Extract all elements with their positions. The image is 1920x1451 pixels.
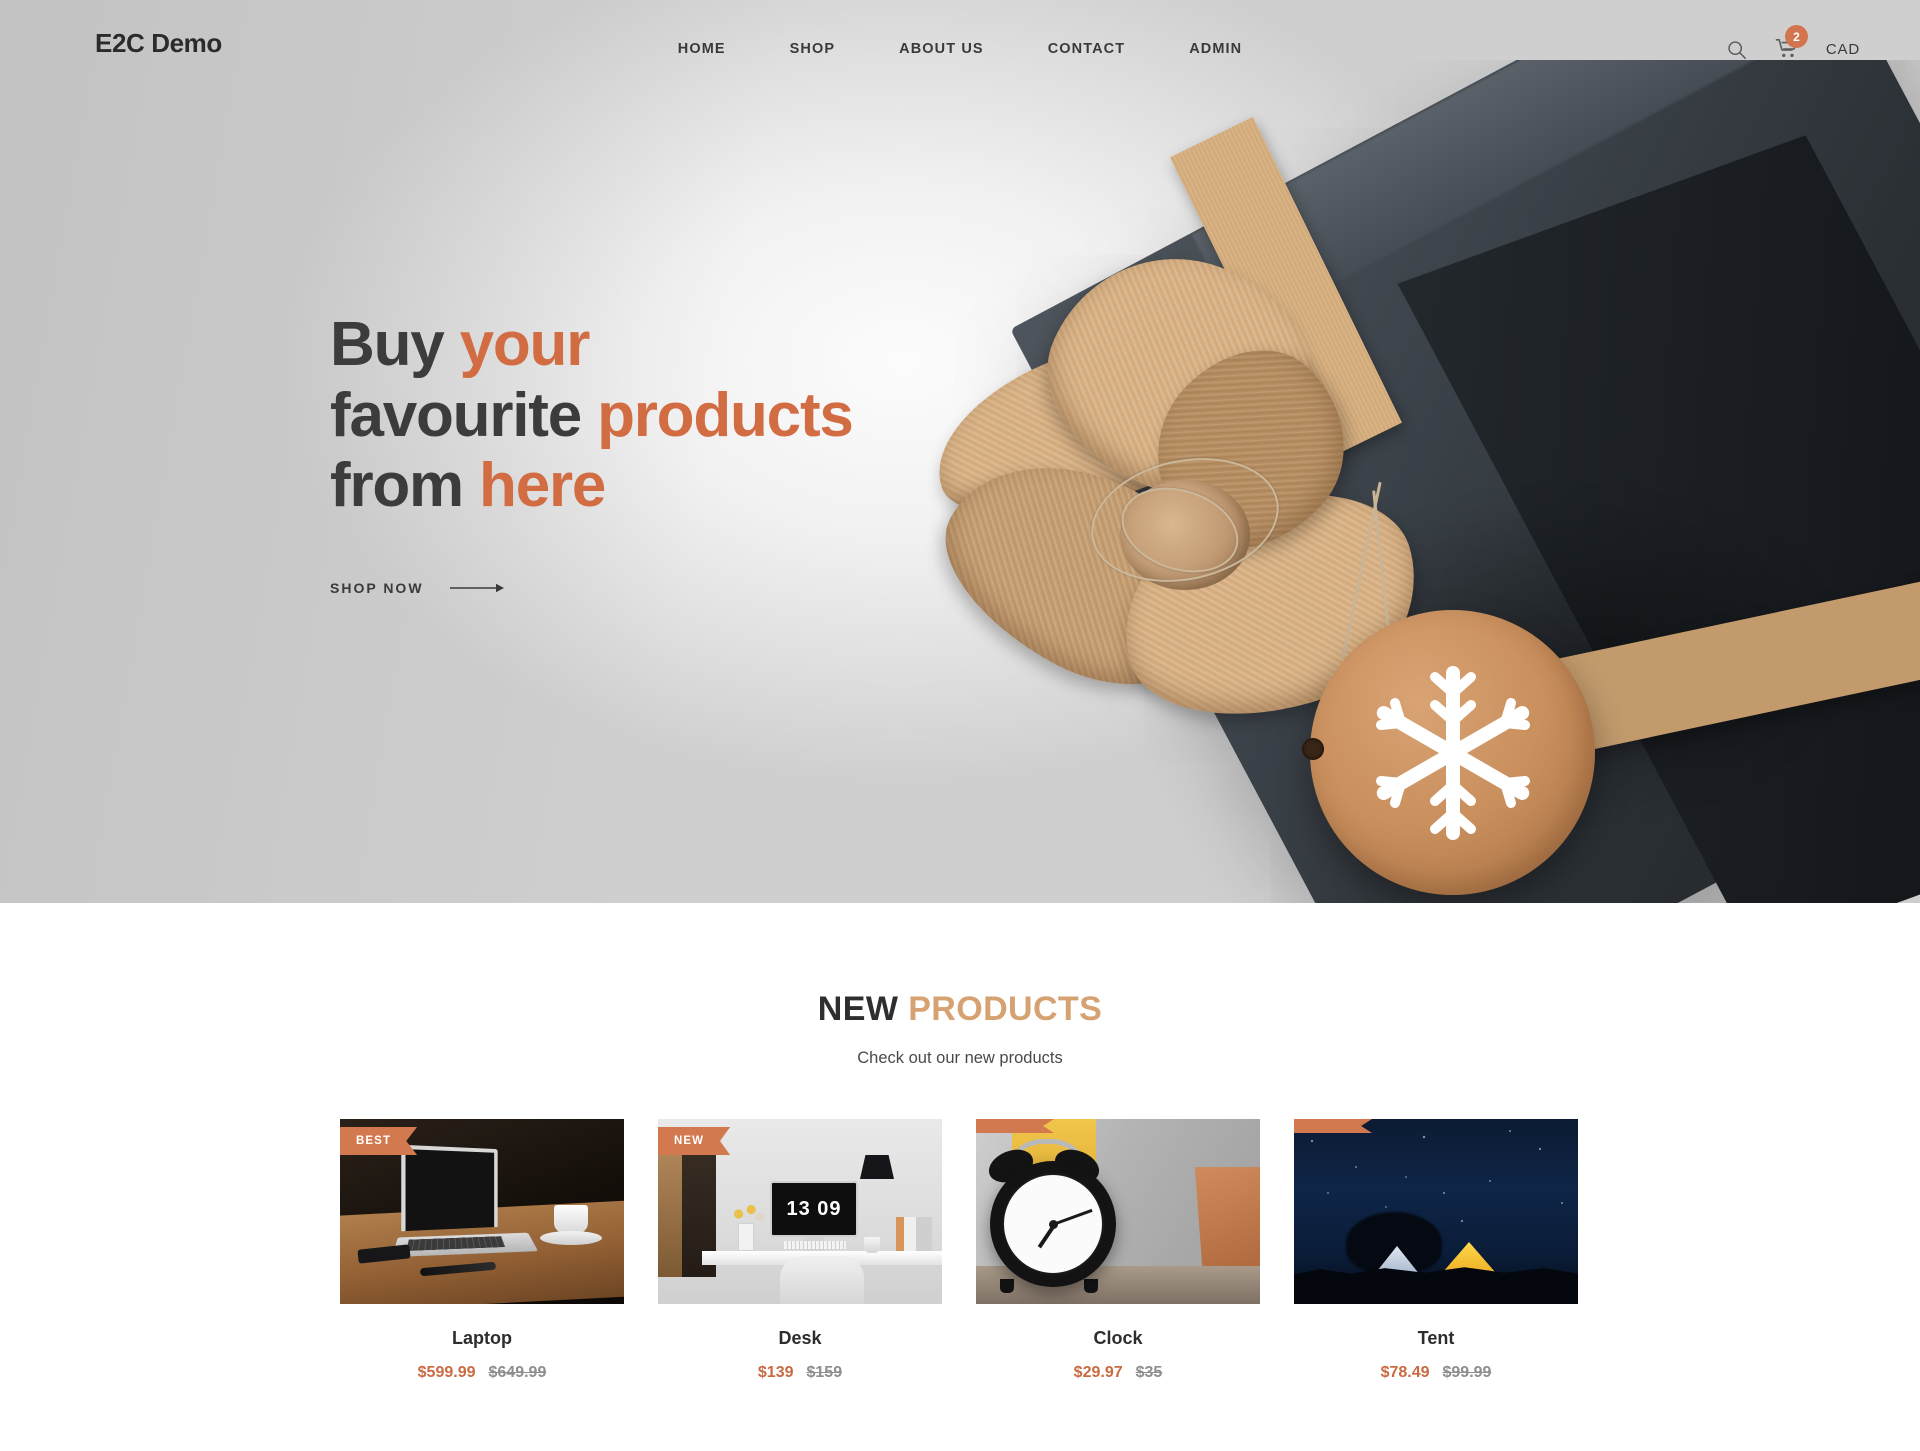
saucer bbox=[540, 1231, 602, 1245]
headline-line-2: favourite products bbox=[330, 381, 1090, 452]
clock-body bbox=[990, 1161, 1116, 1287]
laptop-keyboard bbox=[406, 1236, 506, 1251]
product-badge: BEST bbox=[340, 1127, 418, 1155]
product-original-price: $99.99 bbox=[1442, 1364, 1492, 1381]
product-name[interactable]: Desk bbox=[658, 1328, 942, 1349]
section-title: NEW PRODUCTS bbox=[0, 990, 1920, 1029]
currency-selector[interactable]: CAD bbox=[1826, 41, 1860, 58]
product-name[interactable]: Clock bbox=[976, 1328, 1260, 1349]
headline-accent: here bbox=[479, 451, 606, 521]
search-icon bbox=[1728, 40, 1746, 59]
hero-headline: Buy your favourite products from here bbox=[330, 310, 1090, 522]
product-prices: $599.99 $649.99 bbox=[340, 1364, 624, 1382]
shop-now-button[interactable]: SHOP NOW bbox=[330, 580, 504, 596]
section-title-accent: PRODUCTS bbox=[908, 990, 1103, 1028]
clock-center-pin bbox=[1048, 1219, 1058, 1229]
coffee-cup bbox=[554, 1205, 588, 1233]
headline-line-1: Buy your bbox=[330, 310, 1090, 381]
product-image-desk[interactable]: NEW 13 09 bbox=[658, 1119, 942, 1304]
product-card[interactable]: Tent $78.49 $99.99 bbox=[1294, 1119, 1578, 1382]
clock-foot bbox=[1084, 1279, 1098, 1293]
site-header: E2C Demo HOME SHOP ABOUT US CONTACT ADMI… bbox=[0, 0, 1920, 98]
clock-foot bbox=[1000, 1279, 1014, 1293]
nav-item-home[interactable]: HOME bbox=[674, 35, 730, 63]
product-badge bbox=[1294, 1119, 1372, 1133]
snowflake-icon bbox=[1375, 665, 1530, 840]
product-sale-price: $599.99 bbox=[417, 1364, 476, 1381]
product-sale-price: $29.97 bbox=[1073, 1364, 1123, 1381]
product-card[interactable]: BEST Laptop $599.99 $649.99 bbox=[340, 1119, 624, 1382]
section-title-plain: NEW bbox=[817, 990, 899, 1028]
nav-item-shop[interactable]: SHOP bbox=[786, 35, 840, 63]
product-grid: BEST Laptop $599.99 $649.99 NEW 13 09 De… bbox=[340, 1119, 1580, 1382]
product-badge: NEW bbox=[658, 1127, 731, 1155]
cart-button[interactable]: 2 bbox=[1775, 25, 1808, 60]
product-card[interactable]: NEW 13 09 Desk $139 $159 bbox=[658, 1119, 942, 1382]
product-original-price: $159 bbox=[806, 1364, 843, 1381]
headline-accent: products bbox=[597, 380, 854, 450]
snowflake-gift-tag bbox=[1302, 610, 1595, 895]
cart-count-badge: 2 bbox=[1784, 25, 1808, 48]
wall-lamp bbox=[860, 1155, 894, 1179]
product-image-clock[interactable] bbox=[976, 1119, 1260, 1304]
headline-text: from bbox=[330, 451, 480, 521]
product-original-price: $35 bbox=[1135, 1364, 1163, 1381]
headline-text: Buy bbox=[330, 310, 460, 379]
main-navigation: HOME SHOP ABOUT US CONTACT ADMIN bbox=[0, 0, 1920, 98]
hero-section: Buy your favourite products from here SH… bbox=[0, 0, 1920, 903]
product-sale-price: $139 bbox=[757, 1364, 794, 1381]
headline-text: favourite bbox=[330, 380, 598, 450]
arrow-right-icon bbox=[449, 583, 504, 593]
product-name[interactable]: Tent bbox=[1294, 1328, 1578, 1349]
product-image-tent[interactable] bbox=[1294, 1119, 1578, 1304]
monitor: 13 09 bbox=[770, 1181, 858, 1237]
nav-item-admin[interactable]: ADMIN bbox=[1185, 35, 1246, 63]
product-badge bbox=[976, 1119, 1054, 1133]
product-name[interactable]: Laptop bbox=[340, 1328, 624, 1349]
product-prices: $29.97 $35 bbox=[976, 1364, 1260, 1382]
search-button[interactable] bbox=[1726, 39, 1747, 60]
section-subtitle: Check out our new products bbox=[857, 1049, 1063, 1067]
product-sale-price: $78.49 bbox=[1380, 1364, 1430, 1381]
product-image-laptop[interactable]: BEST bbox=[340, 1119, 624, 1304]
keyboard bbox=[784, 1241, 846, 1249]
vase bbox=[738, 1223, 754, 1251]
nav-item-contact[interactable]: CONTACT bbox=[1044, 35, 1130, 63]
new-products-section: NEW PRODUCTS Check out our new products … bbox=[0, 903, 1920, 1451]
nav-item-about-us[interactable]: ABOUT US bbox=[895, 35, 988, 63]
chair bbox=[780, 1256, 864, 1304]
hero-content: Buy your favourite products from here SH… bbox=[330, 310, 1090, 596]
monitor-time: 13 09 bbox=[786, 1197, 842, 1220]
headline-accent: your bbox=[459, 310, 591, 379]
mug bbox=[864, 1237, 880, 1253]
clock-face bbox=[1002, 1173, 1104, 1275]
product-prices: $139 $159 bbox=[658, 1364, 942, 1382]
product-card[interactable]: Clock $29.97 $35 bbox=[976, 1119, 1260, 1382]
tag-hole bbox=[1302, 738, 1324, 760]
product-original-price: $649.99 bbox=[488, 1364, 547, 1381]
laptop-screen bbox=[401, 1144, 498, 1232]
clock-minute-hand bbox=[1053, 1208, 1093, 1226]
header-actions: 2 CAD bbox=[1726, 0, 1860, 98]
shop-now-label: SHOP NOW bbox=[330, 580, 424, 597]
books bbox=[896, 1217, 932, 1253]
headline-line-3: from here bbox=[330, 451, 1090, 522]
product-prices: $78.49 $99.99 bbox=[1294, 1364, 1578, 1382]
